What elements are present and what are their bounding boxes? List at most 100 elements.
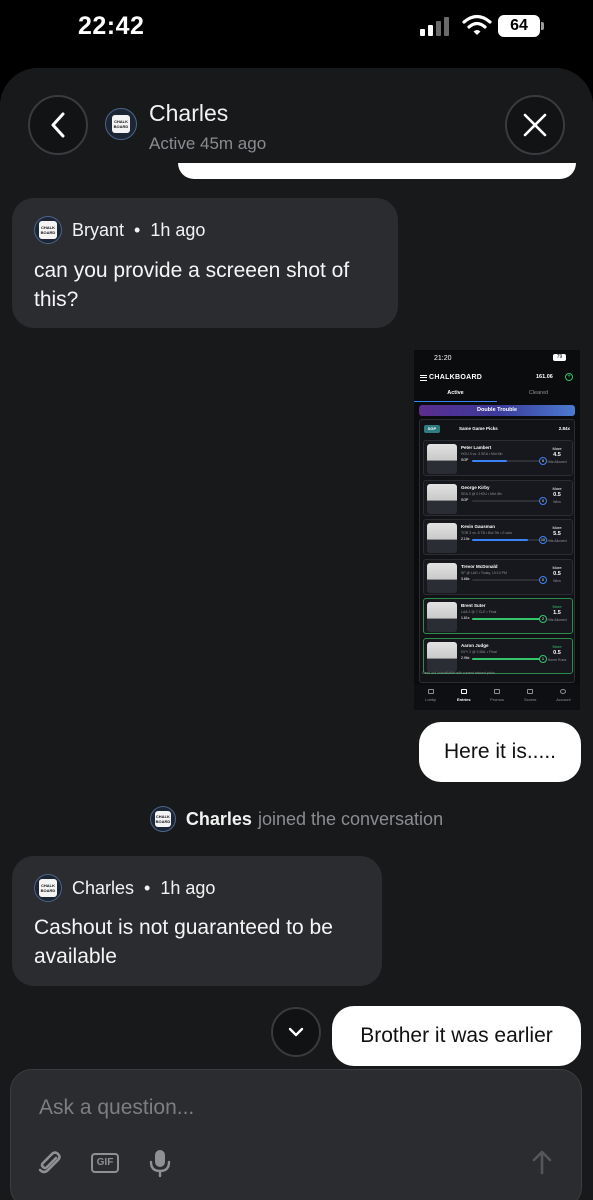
chevron-down-icon <box>288 1027 304 1037</box>
shot-footer-note: Cash out unavailable with current missed… <box>422 671 496 675</box>
chalkboard-logo-icon: CHALK BOARD <box>39 879 57 897</box>
contact-name: Charles <box>149 100 229 126</box>
pick-line: 0.5 <box>553 649 561 656</box>
status-time: 22:42 <box>78 12 145 40</box>
game-status: HOU 0 vs. 3 SEA • Mid 4th <box>461 452 503 456</box>
pick-line: 1.5 <box>553 610 561 616</box>
chalkboard-logo-icon: CHALK BOARD <box>154 811 171 827</box>
pick-direction: More <box>552 564 562 570</box>
chalkboard-logo-icon: CHALK BOARD <box>112 115 130 133</box>
chat-header: CHALK BOARD Charles Active 45m ago <box>0 68 593 178</box>
progress-fill <box>472 460 507 462</box>
entries-icon <box>460 689 467 694</box>
close-button[interactable] <box>505 95 565 155</box>
game-status: TOR 3 vs. 8 TB • Bot 7th • 0 outs <box>461 531 512 535</box>
pick-line: 5.5 <box>553 531 561 537</box>
scoreboard-icon <box>527 689 534 694</box>
nav-label: Lobby <box>425 697 437 702</box>
pick-badge: 2.96x <box>461 655 470 660</box>
pick-stat: Hits Allowed <box>547 460 567 464</box>
pick-stat: Hits Allowed <box>547 539 567 543</box>
voice-input-button[interactable] <box>146 1147 174 1179</box>
pick-row: Peter Lambert HOU 0 vs. 3 SEA • Mid 4th SG… <box>423 440 573 476</box>
pick-direction: More <box>552 446 562 451</box>
player-name: Peter Lambert <box>461 445 492 450</box>
nav-label: Scores <box>523 697 537 702</box>
nav-label: Account <box>556 697 571 702</box>
add-funds-icon: + <box>565 373 573 381</box>
message-meta: CHALK BOARD Bryant • 1h ago <box>34 216 205 244</box>
gif-icon: GIF <box>91 1153 119 1173</box>
tag-icon <box>494 689 500 694</box>
pick-direction: More <box>552 525 562 530</box>
player-photo <box>427 562 457 593</box>
message-bubble-incoming: CHALK BOARD Charles • 1h ago Cashout is n… <box>12 856 382 986</box>
shot-battery: 79 <box>553 354 566 361</box>
pick-stat: Hits Allowed <box>547 618 567 622</box>
game-status: LAA 2 @ 7 CLE • Final <box>461 610 497 614</box>
pick-stat: Wins <box>553 499 561 504</box>
progress-bar <box>472 578 542 581</box>
attach-button[interactable] <box>35 1148 65 1178</box>
player-photo <box>427 444 457 474</box>
send-button[interactable] <box>527 1146 557 1178</box>
player-name: Trevor McDonald <box>461 563 498 569</box>
entry-title: Same Game Picks <box>459 426 498 431</box>
game-status: SF @ LAD • Today, 10:10 PM <box>461 570 507 575</box>
progress-bar <box>472 657 542 660</box>
nav-label: Promos <box>490 697 504 702</box>
sender-name: Bryant <box>72 219 125 240</box>
message-time: 1h ago <box>150 219 206 240</box>
pick-badge: 2.10x <box>461 537 470 541</box>
pick-direction: More <box>552 485 562 491</box>
attached-screenshot[interactable]: 21:20 79 CHALKBOARD 161.06 + Active Clea… <box>414 350 580 710</box>
progress-bar <box>472 499 542 502</box>
shot-app-name: CHALKBOARD <box>429 374 483 381</box>
nav-label: Entries <box>457 697 471 702</box>
avatar: CHALK BOARD <box>34 216 62 244</box>
shot-entry-header: SGP Same Game Picks 2.84x <box>424 424 572 436</box>
send-arrow-icon <box>532 1150 552 1175</box>
game-status: SEA 3 @ 0 HOU • Mid 4th <box>461 491 502 496</box>
shot-bottom-nav: Lobby Entries Promos Scores Account <box>414 685 580 710</box>
home-icon <box>427 689 434 694</box>
battery-indicator: 64 <box>498 15 544 37</box>
pick-direction: More <box>552 604 562 609</box>
player-name: George Kirby <box>461 484 490 490</box>
progress-fill <box>472 618 542 620</box>
pick-row: Brent Suter LAA 2 @ 7 CLE • Final 1.61x 2 Mo… <box>423 598 573 634</box>
paperclip-icon <box>38 1151 61 1174</box>
message-input[interactable] <box>39 1090 539 1126</box>
message-time: 1h ago <box>160 877 216 898</box>
meta-separator: • <box>134 219 141 240</box>
close-icon <box>523 113 547 137</box>
shot-tab-active: Active <box>414 390 497 402</box>
pick-line: 0.5 <box>553 570 561 577</box>
pick-badge: SGP <box>461 497 469 502</box>
player-photo <box>427 641 457 672</box>
sender-name: Charles <box>72 877 135 898</box>
progress-bar <box>472 460 542 462</box>
system-event: CHALK BOARD Charles joined the conversati… <box>0 806 593 832</box>
scroll-to-bottom-button[interactable] <box>271 1007 321 1057</box>
message-composer: GIF <box>10 1069 582 1200</box>
back-button[interactable] <box>28 95 88 155</box>
message-bubble-incoming: CHALK BOARD Bryant • 1h ago can you provi… <box>12 198 398 328</box>
nav-entries: Entries <box>447 685 480 710</box>
pick-stat: Home Runs <box>547 657 567 662</box>
pick-row: Aaron Judge NYY 2 @ 3 BAL • Final 2.96x 1 Mo… <box>423 637 573 674</box>
system-event-text: joined the conversation <box>257 808 444 829</box>
system-event-name: Charles <box>185 808 252 829</box>
shot-banner: Double Trouble <box>419 405 575 416</box>
progress-fill <box>472 539 528 541</box>
pick-row: George Kirby SEA 3 @ 0 HOU • Mid 4th SGP 0 M… <box>423 479 573 516</box>
pick-row: Trevor McDonald SF @ LAD • Today, 10:10 P… <box>423 558 573 595</box>
nav-account: Account <box>547 685 580 710</box>
player-name: Aaron Judge <box>461 642 489 648</box>
shot-tabs: Active Cleared <box>414 390 580 402</box>
contact-status: Active 45m ago <box>149 134 267 153</box>
pick-line: 4.5 <box>553 452 561 458</box>
progress-fill <box>472 657 542 660</box>
gif-button[interactable]: GIF <box>89 1150 121 1176</box>
message-bubble-outgoing: Here it is..... <box>419 722 581 782</box>
